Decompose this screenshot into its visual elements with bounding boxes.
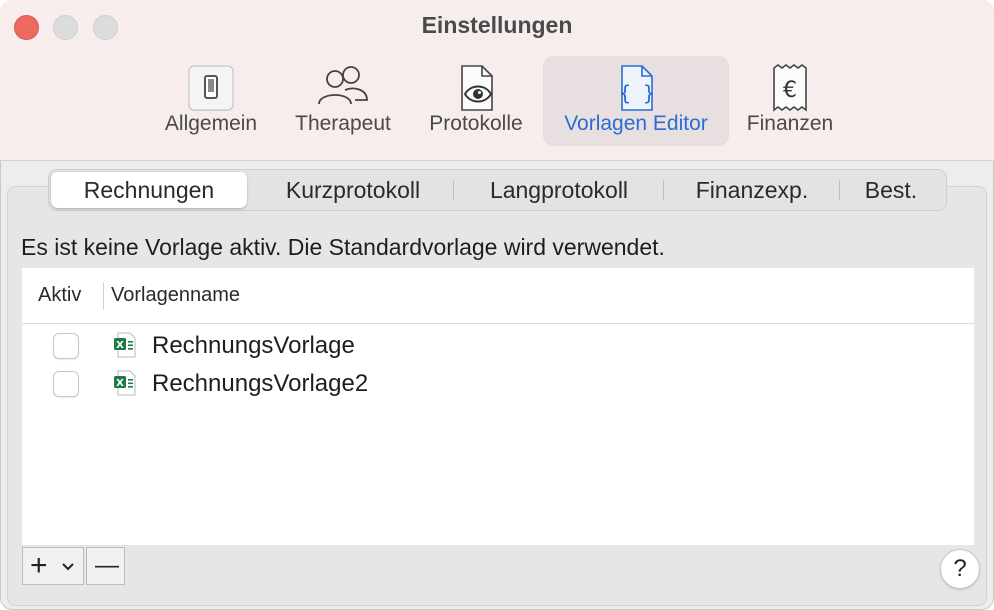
table-header: Aktiv Vorlagenname xyxy=(22,268,974,324)
plus-icon: + xyxy=(30,549,48,582)
tab-finanzexp[interactable]: Finanzexp. xyxy=(665,170,839,210)
table-row[interactable]: X RechnungsVorlage xyxy=(22,330,974,368)
column-divider[interactable] xyxy=(103,282,104,310)
toolbar-item-protokolle[interactable]: Protokolle xyxy=(420,56,532,146)
document-eye-icon xyxy=(461,65,493,111)
chevron-down-icon xyxy=(62,563,74,571)
titlebar: Einstellungen Allgemein Therapeut Protok… xyxy=(0,0,994,161)
excel-file-icon: X xyxy=(114,332,136,358)
tab-rechnungen[interactable]: Rechnungen xyxy=(51,172,247,208)
template-name: RechnungsVorlage2 xyxy=(152,370,369,397)
toolbar-label-finanzen: Finanzen xyxy=(746,112,834,135)
help-button[interactable]: ? xyxy=(940,549,980,589)
toolbar-item-finanzen[interactable]: € Finanzen xyxy=(738,56,842,146)
tab-separator xyxy=(663,180,664,200)
column-header-aktiv[interactable]: Aktiv xyxy=(38,284,81,307)
toolbar-label-therapeut: Therapeut xyxy=(295,112,391,135)
tab-separator xyxy=(839,180,840,200)
toolbar-label-vorlagen-editor: Vorlagen Editor xyxy=(564,112,708,135)
svg-text:{ }: { } xyxy=(619,81,655,105)
remove-template-button[interactable]: — xyxy=(86,547,125,585)
minus-icon: — xyxy=(95,552,119,579)
status-message: Es ist keine Vorlage aktiv. Die Standard… xyxy=(21,234,665,260)
tab-bar: Rechnungen Kurzprotokoll Langprotokoll F… xyxy=(48,169,947,211)
tab-separator xyxy=(453,180,454,200)
tab-langprotokoll[interactable]: Langprotokoll xyxy=(455,170,663,210)
active-checkbox[interactable] xyxy=(53,333,79,359)
curly-braces-document-icon: { } xyxy=(619,65,655,111)
templates-table: Aktiv Vorlagenname X RechnungsVorlage X xyxy=(22,268,974,545)
svg-text:€: € xyxy=(783,78,797,103)
column-header-vorlagenname[interactable]: Vorlagenname xyxy=(111,284,240,307)
active-checkbox[interactable] xyxy=(53,371,79,397)
toolbar-item-allgemein[interactable]: Allgemein xyxy=(156,56,266,146)
tab-kurzprotokoll[interactable]: Kurzprotokoll xyxy=(255,170,451,210)
template-name: RechnungsVorlage xyxy=(152,332,355,359)
excel-file-icon: X xyxy=(114,370,136,396)
switch-icon xyxy=(188,65,234,111)
add-template-button[interactable]: + xyxy=(22,547,84,585)
window-title: Einstellungen xyxy=(421,12,573,38)
table-row[interactable]: X RechnungsVorlage2 xyxy=(22,368,974,406)
preferences-window: Einstellungen Allgemein Therapeut Protok… xyxy=(0,0,994,610)
toolbar-label-protokolle: Protokolle xyxy=(429,112,523,135)
toolbar-item-therapeut[interactable]: Therapeut xyxy=(286,56,400,146)
svg-text:X: X xyxy=(116,340,124,351)
toolbar-label-allgemein: Allgemein xyxy=(164,112,258,135)
svg-text:X: X xyxy=(116,378,124,389)
people-icon xyxy=(318,66,368,105)
euro-receipt-icon: € xyxy=(773,64,807,112)
tab-best[interactable]: Best. xyxy=(841,170,941,210)
toolbar-item-vorlagen-editor[interactable]: { } Vorlagen Editor xyxy=(543,56,729,146)
